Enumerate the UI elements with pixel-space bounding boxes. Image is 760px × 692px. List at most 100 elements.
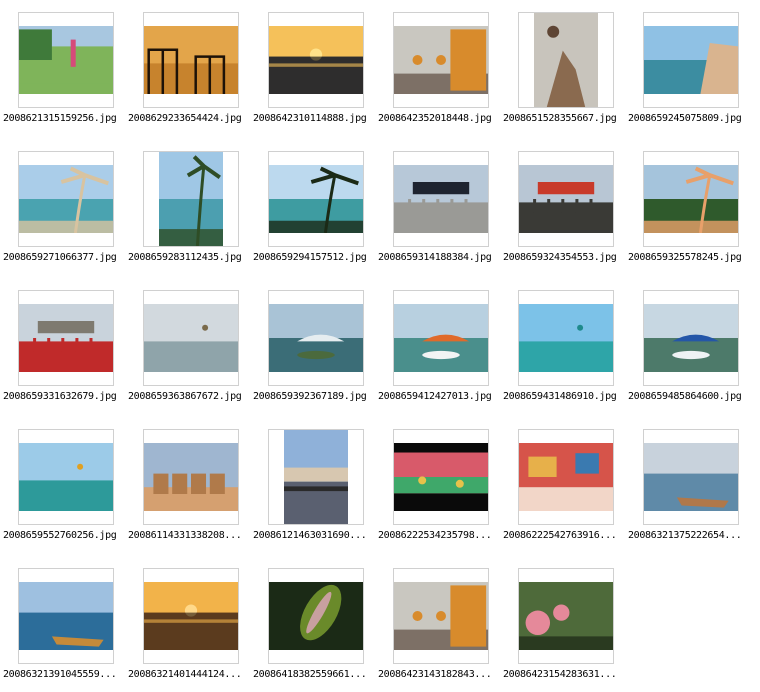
file-item[interactable]: 2008659314188384.jpg [378,139,508,267]
thumbnail-image [534,13,598,107]
file-item[interactable]: 2008659283112435.jpg [128,139,258,267]
file-item[interactable]: 20086222542763916... [503,417,633,545]
file-name: 20086321401444124... [128,669,242,680]
thumbnail-frame[interactable] [143,290,239,386]
file-item[interactable]: 2008659324354553.jpg [503,139,633,267]
thumbnail-frame[interactable] [18,568,114,664]
file-item[interactable]: 20086321401444124... [128,556,258,684]
thumbnail-image [284,430,348,524]
file-item[interactable]: 20086321375222654... [628,417,758,545]
file-item[interactable]: 20086423154283631... [503,556,633,684]
file-name: 20086423154283631... [503,669,617,680]
file-item[interactable]: 2008621315159256.jpg [3,0,133,128]
thumbnail-frame[interactable] [643,12,739,108]
file-item[interactable]: 2008659431486910.jpg [503,278,633,406]
thumbnail-image [519,443,613,511]
file-name: 20086222542763916... [503,530,617,541]
file-name: 2008659392367189.jpg [253,391,367,402]
thumbnail-frame[interactable] [18,429,114,525]
file-item[interactable]: 2008642352018448.jpg [378,0,508,128]
thumbnail-grid: 2008621315159256.jpg 2008629233654424.jp… [0,0,760,692]
thumbnail-frame[interactable] [518,12,614,108]
thumbnail-frame[interactable] [143,568,239,664]
thumbnail-frame[interactable] [393,290,489,386]
file-item[interactable]: 20086423143182843... [378,556,508,684]
thumbnail-image [394,443,488,511]
file-item[interactable]: 2008659331632679.jpg [3,278,133,406]
file-name: 2008659412427013.jpg [378,391,492,402]
file-name: 2008659314188384.jpg [378,252,492,263]
file-name: 2008659324354553.jpg [503,252,617,263]
file-name: 2008659271066377.jpg [3,252,117,263]
thumbnail-image [19,582,113,650]
thumbnail-frame[interactable] [643,151,739,247]
file-item[interactable]: 2008659271066377.jpg [3,139,133,267]
thumbnail-frame[interactable] [268,290,364,386]
thumbnail-image [19,165,113,233]
thumbnail-image [144,304,238,372]
thumbnail-frame[interactable] [268,151,364,247]
file-item[interactable]: 2008642310114888.jpg [253,0,383,128]
thumbnail-frame[interactable] [268,429,364,525]
thumbnail-image [144,582,238,650]
file-name: 20086423143182843... [378,669,492,680]
thumbnail-image [519,304,613,372]
thumbnail-image [19,443,113,511]
thumbnail-frame[interactable] [393,12,489,108]
thumbnail-frame[interactable] [393,568,489,664]
thumbnail-image [269,304,363,372]
file-item[interactable]: 20086121463031690... [253,417,383,545]
thumbnail-image [394,165,488,233]
thumbnail-image [519,165,613,233]
thumbnail-frame[interactable] [518,568,614,664]
file-item[interactable]: 20086114331338208... [128,417,258,545]
thumbnail-image [644,165,738,233]
file-item[interactable]: 2008659294157512.jpg [253,139,383,267]
file-item[interactable]: 2008659363867672.jpg [128,278,258,406]
file-item[interactable]: 2008659245075809.jpg [628,0,758,128]
file-name: 2008629233654424.jpg [128,113,242,124]
thumbnail-frame[interactable] [518,151,614,247]
thumbnail-image [19,26,113,94]
thumbnail-frame[interactable] [643,290,739,386]
file-item[interactable]: 2008651528355667.jpg [503,0,633,128]
thumbnail-frame[interactable] [393,429,489,525]
thumbnail-image [644,443,738,511]
thumbnail-frame[interactable] [518,429,614,525]
file-name: 2008642310114888.jpg [253,113,367,124]
thumbnail-frame[interactable] [393,151,489,247]
file-name: 2008651528355667.jpg [503,113,617,124]
file-name: 20086121463031690... [253,530,367,541]
file-item[interactable]: 2008659552760256.jpg [3,417,133,545]
file-item[interactable]: 20086418382559661... [253,556,383,684]
file-item[interactable]: 2008629233654424.jpg [128,0,258,128]
file-name: 20086114331338208... [128,530,242,541]
thumbnail-frame[interactable] [643,429,739,525]
thumbnail-frame[interactable] [518,290,614,386]
thumbnail-frame[interactable] [18,151,114,247]
file-item[interactable]: 2008659392367189.jpg [253,278,383,406]
file-name: 2008621315159256.jpg [3,113,117,124]
thumbnail-image [19,304,113,372]
file-name: 2008659283112435.jpg [128,252,242,263]
file-item[interactable]: 2008659325578245.jpg [628,139,758,267]
file-item[interactable]: 2008659485864600.jpg [628,278,758,406]
thumbnail-image [269,582,363,650]
thumbnail-frame[interactable] [18,12,114,108]
file-name: 2008659431486910.jpg [503,391,617,402]
thumbnail-frame[interactable] [18,290,114,386]
file-name: 20086418382559661... [253,669,367,680]
thumbnail-frame[interactable] [143,12,239,108]
file-name: 20086321375222654... [628,530,742,541]
file-item[interactable]: 2008659412427013.jpg [378,278,508,406]
file-item[interactable]: 20086222534235798... [378,417,508,545]
file-name: 20086321391045559... [3,669,117,680]
thumbnail-image [644,304,738,372]
thumbnail-frame[interactable] [268,568,364,664]
thumbnail-frame[interactable] [268,12,364,108]
thumbnail-frame[interactable] [143,151,239,247]
thumbnail-image [644,26,738,94]
thumbnail-frame[interactable] [143,429,239,525]
file-name: 2008659325578245.jpg [628,252,742,263]
file-item[interactable]: 20086321391045559... [3,556,133,684]
